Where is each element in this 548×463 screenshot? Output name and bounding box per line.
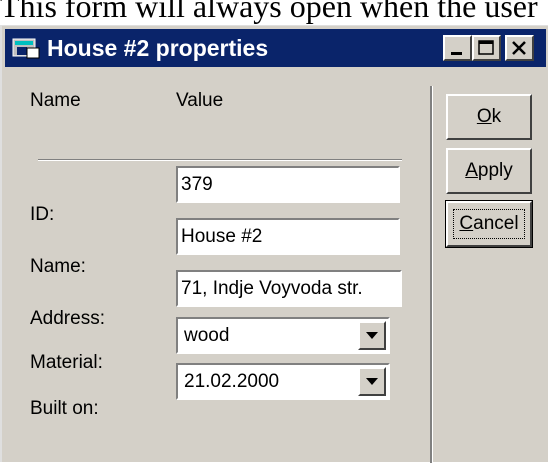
built-on-dropdown-button[interactable] (358, 367, 386, 396)
address-field[interactable]: 71, Indje Voyvoda str. (176, 270, 402, 307)
address-label: Address: (30, 308, 105, 329)
id-label: ID: (30, 204, 55, 225)
chevron-down-icon (366, 378, 378, 385)
cancel-button[interactable]: Cancel (445, 200, 533, 248)
material-select[interactable]: wood (176, 317, 390, 354)
built-on-value: 21.02.2000 (184, 371, 280, 392)
ok-label: k (491, 106, 502, 127)
close-icon (512, 41, 526, 55)
name-column-header: Name (30, 90, 81, 111)
window-title: House #2 properties (47, 35, 269, 61)
close-button[interactable] (505, 35, 534, 61)
header-divider (38, 159, 402, 161)
focus-rect (453, 209, 525, 239)
ok-mnemonic: O (476, 106, 492, 127)
value-column-header: Value (176, 90, 224, 111)
material-label: Material: (30, 352, 103, 373)
apply-label: pply (477, 160, 513, 181)
apply-button[interactable]: Apply (446, 148, 532, 194)
properties-window: House #2 properties Name Value ID: 379 N… (0, 25, 548, 463)
page-caption: This form will always open when the user (0, 0, 538, 24)
ok-button[interactable]: Ok (446, 94, 532, 140)
chevron-down-icon (366, 332, 378, 339)
minimize-button[interactable] (443, 35, 472, 61)
built-on-select[interactable]: 21.02.2000 (176, 363, 390, 400)
id-field[interactable]: 379 (176, 166, 400, 203)
material-value: wood (184, 325, 230, 346)
material-dropdown-button[interactable] (358, 321, 386, 350)
apply-mnemonic: A (465, 160, 478, 181)
maximize-button[interactable] (472, 35, 501, 61)
minimize-icon (451, 52, 462, 55)
vertical-divider (430, 86, 433, 463)
built-on-label: Built on: (30, 398, 99, 419)
name-label: Name: (30, 256, 86, 277)
app-icon (12, 38, 40, 59)
title-bar[interactable]: House #2 properties (5, 29, 546, 67)
name-field[interactable]: House #2 (176, 218, 400, 255)
maximize-icon (478, 40, 494, 55)
